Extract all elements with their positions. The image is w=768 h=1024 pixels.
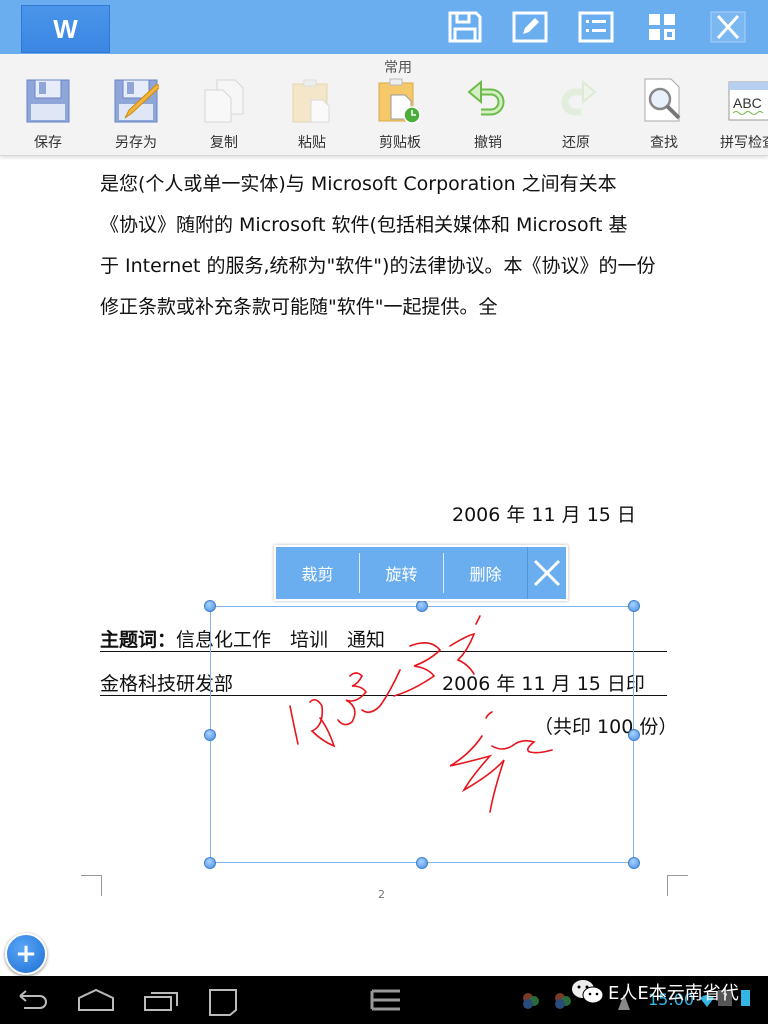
page-number: 2 xyxy=(378,888,385,901)
resize-handle-top[interactable] xyxy=(416,600,428,612)
resize-handle-right[interactable] xyxy=(628,729,640,741)
save-as-icon xyxy=(110,76,162,126)
find-label: 查找 xyxy=(650,135,678,151)
save-icon[interactable] xyxy=(447,10,483,44)
document-paragraph: 是您(个人或单一实体)与 Microsoft Corporation 之间有关本… xyxy=(100,164,670,328)
crop-button[interactable]: 裁剪 xyxy=(276,547,359,599)
rotate-button[interactable]: 旋转 xyxy=(360,547,443,599)
recent-apps-icon xyxy=(144,992,178,1011)
redo-icon xyxy=(550,76,602,126)
image-selection-box[interactable] xyxy=(210,606,634,863)
undo-icon xyxy=(462,76,514,126)
image-context-menu: 裁剪 旋转 删除 xyxy=(274,545,568,601)
back-button[interactable] xyxy=(14,988,50,1012)
clipboard-icon xyxy=(374,76,426,126)
resize-handle-bottom[interactable] xyxy=(416,857,428,869)
menu-icon xyxy=(370,989,400,1011)
app-logo-letter: W xyxy=(53,13,78,44)
list-icon[interactable] xyxy=(578,10,614,44)
ribbon-toolbar: 常用 保存 另存为 复制 粘贴 剪贴板 撤销 还原 查找 ABC 拼写检 xyxy=(0,54,768,156)
resize-handle-top-right[interactable] xyxy=(628,600,640,612)
add-button[interactable]: + xyxy=(5,933,47,975)
copy-button[interactable]: 复制 xyxy=(189,76,259,154)
grid-icon[interactable] xyxy=(644,10,680,44)
spellcheck-button[interactable]: ABC 拼写检查 xyxy=(713,76,768,154)
home-icon xyxy=(78,988,114,1011)
page-corner-mark xyxy=(81,875,102,896)
ribbon-group-label: 常用 xyxy=(384,60,412,76)
save-icon xyxy=(22,76,74,126)
resize-handle-bottom-right[interactable] xyxy=(628,857,640,869)
screenshot-button[interactable] xyxy=(208,988,240,1016)
watermark-text: E人E本云南省代 xyxy=(608,983,739,1004)
paste-button[interactable]: 粘贴 xyxy=(277,76,347,154)
home-button[interactable] xyxy=(76,988,116,1012)
wechat-icon xyxy=(572,980,604,1004)
delete-button[interactable]: 删除 xyxy=(444,547,527,599)
copy-icon xyxy=(198,76,250,126)
save-as-button[interactable]: 另存为 xyxy=(101,76,171,154)
svg-text:ABC: ABC xyxy=(733,95,762,111)
back-icon xyxy=(19,990,47,1009)
save-as-label: 另存为 xyxy=(115,135,157,151)
find-button[interactable]: 查找 xyxy=(629,76,699,154)
undo-button[interactable]: 撤销 xyxy=(453,76,523,154)
spellcheck-icon: ABC xyxy=(722,76,768,126)
plus-icon: + xyxy=(15,939,37,969)
save-button[interactable]: 保存 xyxy=(13,76,83,154)
undo-label: 撤销 xyxy=(474,135,502,151)
app-notification-icon xyxy=(523,993,539,1009)
note-icon xyxy=(209,989,237,1016)
clipboard-button[interactable]: 剪贴板 xyxy=(365,76,435,154)
battery-icon xyxy=(741,990,750,1006)
save-label: 保存 xyxy=(34,135,62,151)
copy-label: 复制 xyxy=(210,135,238,151)
paste-icon xyxy=(286,76,338,126)
find-icon xyxy=(638,76,690,126)
clipboard-label: 剪贴板 xyxy=(379,135,421,151)
redo-label: 还原 xyxy=(562,135,590,151)
close-icon[interactable] xyxy=(710,10,746,44)
resize-handle-left[interactable] xyxy=(204,729,216,741)
page-corner-mark xyxy=(667,875,688,896)
app-logo-button[interactable]: W xyxy=(21,5,110,53)
paste-label: 粘贴 xyxy=(298,135,326,151)
redo-button[interactable]: 还原 xyxy=(541,76,611,154)
close-icon xyxy=(533,559,561,587)
paragraph-line: 于 Internet 的服务,统称为"软件")的法律协议。本《协议》的一份 xyxy=(100,255,656,277)
recent-apps-button[interactable] xyxy=(143,988,179,1012)
app-notification-icon xyxy=(555,993,571,1009)
watermark: E人E本云南省代 xyxy=(570,978,739,1006)
spellcheck-label: 拼写检查 xyxy=(720,135,768,151)
paragraph-line: 修正条款或补充条款可能随"软件"一起提供。全 xyxy=(100,296,498,318)
top-bar: W xyxy=(0,0,768,54)
close-menu-button[interactable] xyxy=(527,547,566,599)
resize-handle-top-left[interactable] xyxy=(204,600,216,612)
resize-handle-bottom-left[interactable] xyxy=(204,857,216,869)
paragraph-line: 《协议》随附的 Microsoft 软件(包括相关媒体和 Microsoft 基 xyxy=(100,214,628,236)
document-date: 2006 年 11 月 15 日 xyxy=(452,504,636,526)
menu-button[interactable] xyxy=(370,988,402,1012)
edit-icon[interactable] xyxy=(512,10,548,44)
paragraph-line: 是您(个人或单一实体)与 Microsoft Corporation 之间有关本 xyxy=(100,173,617,195)
subject-label: 主题词： xyxy=(100,629,177,651)
